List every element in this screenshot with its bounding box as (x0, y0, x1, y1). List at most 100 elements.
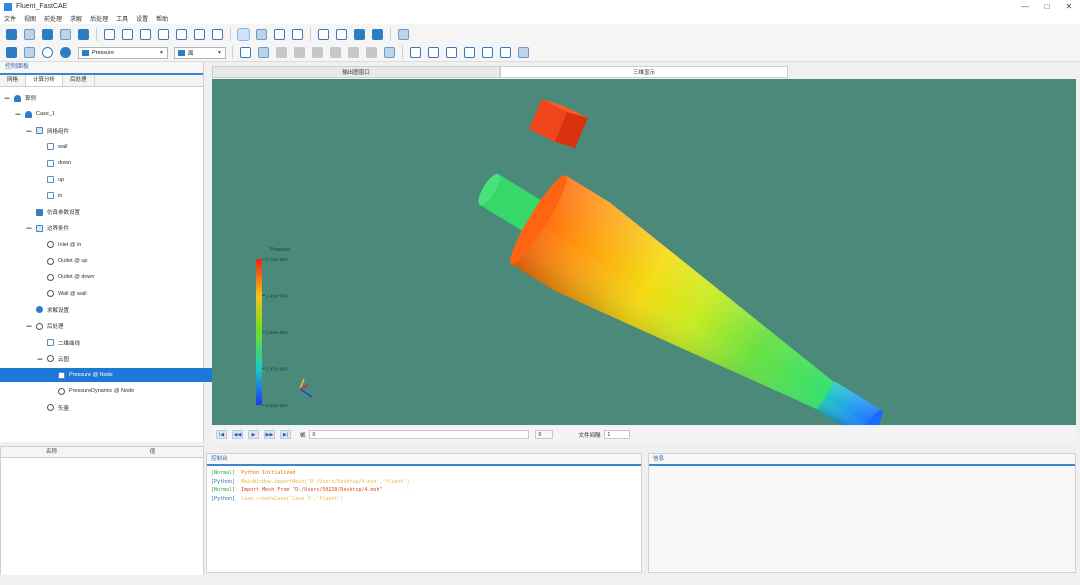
menu-help[interactable]: 帮助 (156, 14, 168, 23)
maximize-button[interactable]: □ (1036, 2, 1058, 11)
tree-item[interactable]: in (0, 189, 239, 203)
view-side-icon[interactable] (446, 47, 457, 58)
tree-item[interactable]: ▬ 算例 (0, 91, 206, 105)
frame-input[interactable]: 0 (308, 430, 529, 439)
solve-icon[interactable] (78, 28, 89, 40)
variable-swatch (82, 49, 89, 56)
refresh-icon[interactable] (60, 47, 71, 58)
view-yplus-icon[interactable] (158, 28, 169, 40)
tree-expander-icon[interactable]: ▬ (15, 111, 21, 117)
tree-item[interactable]: Wall @ wall (0, 287, 239, 301)
slice-icon[interactable] (294, 47, 305, 58)
view-fit-icon[interactable] (464, 47, 475, 58)
menu-settings[interactable]: 设置 (136, 14, 148, 23)
contour-icon[interactable] (6, 47, 17, 58)
tree-item[interactable]: ▬ 边界条件 (0, 221, 228, 235)
fit-view-icon[interactable] (104, 28, 115, 40)
folder-icon (36, 224, 43, 232)
tree-expander-icon[interactable]: ▬ (26, 128, 32, 134)
console-line-tag: [Normal] (211, 470, 236, 476)
menu-postprocess[interactable]: 后处理 (90, 14, 108, 23)
clip-icon[interactable] (276, 47, 287, 58)
vector-icon[interactable] (24, 47, 35, 58)
variable-select[interactable]: Pressure ▼ (78, 46, 168, 59)
tree-item[interactable]: 仿真参数设置 (0, 205, 228, 219)
view-back-icon[interactable] (428, 47, 439, 58)
new-file-icon[interactable] (6, 28, 17, 40)
pick-point-icon[interactable] (240, 47, 251, 58)
calculator-icon[interactable] (384, 47, 395, 58)
tree-item-label: 云图 (58, 356, 70, 363)
tree-item-label: 仿真参数设置 (47, 210, 81, 217)
streamline-icon[interactable] (330, 47, 341, 58)
minimize-button[interactable]: — (1014, 2, 1036, 11)
tab-3d-view[interactable]: 三维显示 (500, 66, 788, 78)
display-mode-select[interactable]: 面 ▼ (174, 46, 226, 59)
title-bar: Fluent_FastCAE — □ ✕ (0, 0, 1080, 13)
tree-expander-icon[interactable]: ▬ (26, 323, 32, 329)
tab-postprocess[interactable]: 后处理 (63, 75, 95, 86)
view-zplus-icon[interactable] (194, 28, 205, 40)
tree-expander-icon[interactable]: ▬ (4, 95, 10, 101)
measure-icon[interactable] (398, 28, 409, 40)
last-frame-button[interactable]: ▶| (280, 430, 291, 439)
tree-item[interactable]: Inlet @ in (0, 238, 239, 252)
next-frame-button[interactable]: ▶▶ (264, 430, 275, 439)
help-icon[interactable] (482, 47, 493, 58)
select-point-icon[interactable] (274, 28, 285, 40)
surface-icon[interactable] (354, 28, 365, 40)
wireframe-icon[interactable] (318, 28, 329, 40)
file-interval-spinner[interactable]: 1 (603, 430, 630, 439)
view-xminus-icon[interactable] (140, 28, 151, 40)
tree-item[interactable]: 矢量 (0, 401, 239, 415)
box-select-icon[interactable] (256, 28, 267, 40)
select-curve-icon[interactable] (292, 28, 303, 40)
console-line-tag: [Normal] (211, 487, 236, 493)
tree-item[interactable]: up (0, 173, 239, 187)
menu-file[interactable]: 文件 (4, 14, 16, 23)
tree-item[interactable]: wall (0, 140, 239, 154)
clear-icon[interactable] (518, 47, 529, 58)
circle-icon (47, 290, 54, 298)
tab-analysis[interactable]: 计算分析 (26, 75, 64, 86)
pick-cell-icon[interactable] (258, 47, 269, 58)
tree-item[interactable]: ▬ 云图 (0, 352, 239, 366)
open-file-icon[interactable] (24, 28, 35, 40)
isosurface-icon[interactable] (312, 47, 323, 58)
select-mode-icon[interactable] (237, 27, 250, 41)
tree-item[interactable]: ▬ Case_1 (0, 107, 217, 121)
first-frame-button[interactable]: |◀ (216, 430, 227, 439)
surface-edge-icon[interactable] (336, 28, 347, 40)
save-as-icon[interactable] (60, 28, 71, 40)
menu-view[interactable]: 视图 (24, 14, 36, 23)
tree-item[interactable]: 求解设置 (0, 303, 228, 317)
node-icon (47, 176, 54, 183)
view-front-icon[interactable] (410, 47, 421, 58)
menu-tools[interactable]: 工具 (116, 14, 128, 23)
previous-frame-button[interactable]: ◀◀ (232, 430, 243, 439)
tab-mesh[interactable]: 网格 (0, 75, 27, 86)
tab-plot-window[interactable]: 输出图窗口 (212, 66, 500, 78)
tree-item[interactable]: Outlet @ up (0, 254, 239, 268)
solid-icon[interactable] (372, 28, 383, 40)
save-icon[interactable] (42, 28, 53, 40)
threshold-icon[interactable] (366, 47, 377, 58)
tree-item[interactable]: ▬ 网格组件 (0, 124, 228, 138)
close-button[interactable]: ✕ (1058, 2, 1080, 11)
view-yminus-icon[interactable] (176, 28, 187, 40)
color-map-icon[interactable] (42, 47, 53, 58)
what-is-icon[interactable] (500, 47, 511, 58)
view-zminus-icon[interactable] (212, 28, 223, 40)
menu-preprocess[interactable]: 前处理 (44, 14, 62, 23)
tree-item[interactable]: 二维曲线 (0, 336, 239, 350)
tree-item[interactable]: ▬ 后处理 (0, 319, 228, 333)
tree-item[interactable]: down (0, 156, 239, 170)
tree-expander-icon[interactable]: ▬ (26, 225, 32, 231)
view-xplus-icon[interactable] (122, 28, 133, 40)
tree-item[interactable]: Outlet @ down (0, 270, 239, 284)
play-button[interactable]: ▶ (248, 430, 259, 439)
tree-expander-icon[interactable]: ▬ (37, 356, 43, 362)
glyph-icon[interactable] (348, 47, 359, 58)
render-viewport[interactable]: Pressure 3.73e+004 1.45e+004 1.04e+004 2.37… (212, 79, 1076, 425)
menu-solve[interactable]: 求解 (70, 14, 82, 23)
